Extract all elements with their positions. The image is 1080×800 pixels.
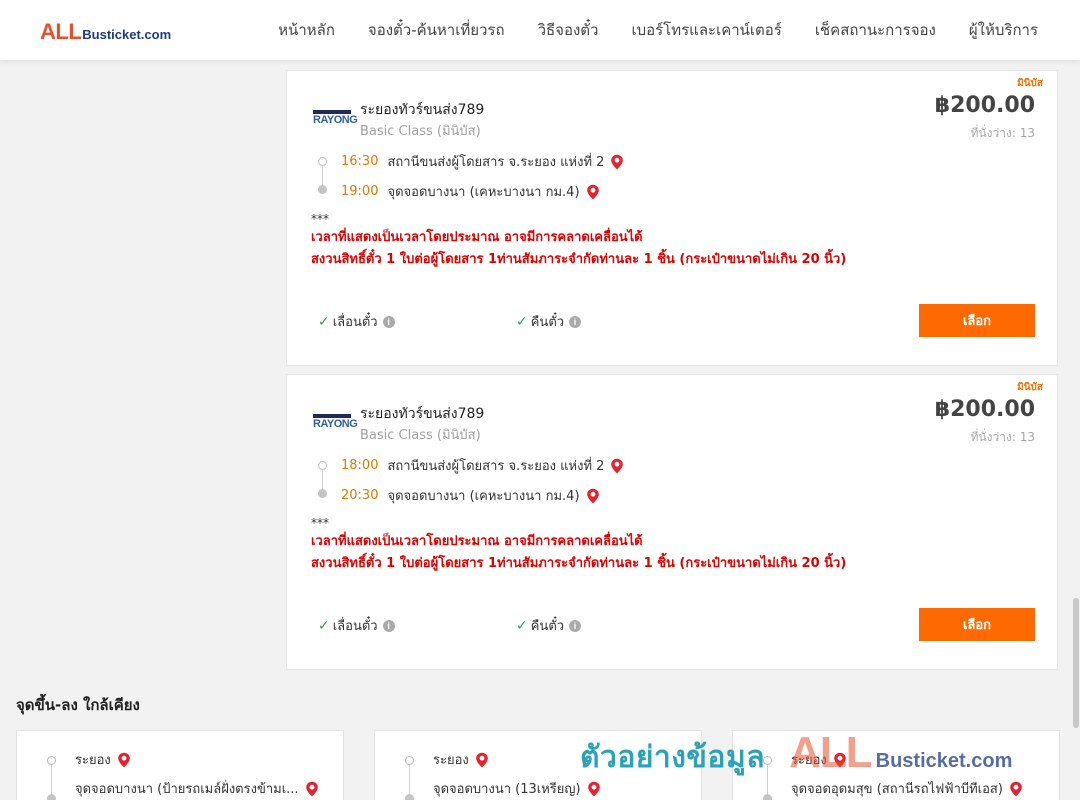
- nearby-destination: จุดจอดบางนา (13เหรียญ): [433, 778, 601, 799]
- arrival-stop: 20:30 จุดจอดบางนา (เคหะบางนา กม.4): [341, 485, 600, 506]
- origin-dot: [763, 756, 772, 765]
- destination-dot: [763, 794, 772, 800]
- nearby-route-card[interactable]: ระยอง จุดจอดอุดมสุข (สถานีรถไฟฟ้าบีทีเอส…: [732, 730, 1060, 800]
- feature-reschedule-label: เลื่อนตั๋ว: [332, 619, 378, 634]
- nearby-stops-title: จุดขึ้น-ลง ใกล้เคียง: [16, 696, 140, 714]
- map-pin-icon[interactable]: [833, 752, 847, 768]
- info-icon[interactable]: i: [569, 619, 582, 632]
- arrive-time: 19:00: [341, 184, 379, 199]
- nav-home[interactable]: หน้าหลัก: [278, 18, 335, 42]
- note-stars: ***: [311, 212, 329, 226]
- site-logo[interactable]: ALL Busticket.com: [40, 19, 172, 44]
- feature-reschedule-label: เลื่อนตั๋ว: [332, 315, 378, 330]
- bus-class: Basic Class (มินิบัส): [360, 428, 481, 443]
- trip-notes: *** เวลาที่แสดงเป็นเวลาโดยประมาณ อาจมีกา…: [311, 515, 846, 575]
- info-icon[interactable]: i: [382, 315, 395, 328]
- route-line: [767, 765, 768, 795]
- depart-time: 16:30: [341, 154, 379, 169]
- trip-notes: *** เวลาที่แสดงเป็นเวลาโดยประมาณ อาจมีกา…: [311, 211, 846, 271]
- feature-refund-label: คืนตั๋ว: [530, 315, 565, 330]
- map-pin-icon[interactable]: [586, 488, 600, 504]
- seats-available: ที่นั่งว่าง: 13: [970, 430, 1035, 444]
- note-stars: ***: [311, 516, 329, 530]
- feature-refund: ✓ คืนตั๋ว i: [516, 615, 582, 636]
- depart-dot: [318, 461, 327, 470]
- nearby-origin: ระยอง: [75, 749, 131, 770]
- trip-card: มินิบัส RAYONG ระยองทัวร์ขนส่ง789 Basic …: [286, 374, 1058, 670]
- depart-time: 18:00: [341, 458, 379, 473]
- nav-contact-counters[interactable]: เบอร์โทรและเคาน์เตอร์: [631, 18, 781, 42]
- map-pin-icon[interactable]: [475, 752, 489, 768]
- check-icon: ✓: [516, 617, 528, 634]
- operator-name: ระยองทัวร์ขนส่ง789: [360, 406, 485, 422]
- note-luggage-policy: สงวนสิทธิ์ตั๋ว 1 ใบต่อผู้โดยสาร 1ท่านสัม…: [311, 556, 847, 571]
- trip-card: มินิบัส RAYONG ระยองทัวร์ขนส่ง789 Basic …: [286, 70, 1058, 366]
- departure-stop: 16:30 สถานีขนส่งผู้โดยสาร จ.ระยอง แห่งที…: [341, 151, 624, 172]
- arrive-dot: [318, 489, 327, 498]
- map-pin-icon[interactable]: [117, 752, 131, 768]
- origin-dot: [47, 756, 56, 765]
- nav-how-to-book[interactable]: วิธีจองตั๋ว: [538, 18, 599, 42]
- select-trip-button[interactable]: เลือก: [919, 608, 1035, 641]
- route-line: [409, 765, 410, 795]
- feature-reschedule: ✓ เลื่อนตั๋ว i: [318, 615, 395, 636]
- note-time-warning: เวลาที่แสดงเป็นเวลาโดยประมาณ อาจมีการคลา…: [311, 534, 643, 549]
- map-pin-icon[interactable]: [305, 781, 319, 797]
- site-header: ALL Busticket.com หน้าหลัก จองตั๋ว-ค้นหา…: [0, 0, 1080, 60]
- vehicle-type-badge: มินิบัส: [1017, 382, 1043, 393]
- nearby-route-card[interactable]: ระยอง จุดจอดบางนา (13เหรียญ): [374, 730, 702, 800]
- vehicle-type-badge: มินิบัส: [1017, 78, 1043, 89]
- depart-dot: [318, 157, 327, 166]
- departure-stop: 18:00 สถานีขนส่งผู้โดยสาร จ.ระยอง แห่งที…: [341, 455, 624, 476]
- nearby-origin: ระยอง: [791, 749, 847, 770]
- route-line: [51, 765, 52, 795]
- depart-station: สถานีขนส่งผู้โดยสาร จ.ระยอง แห่งที่ 2: [387, 459, 605, 474]
- info-icon[interactable]: i: [569, 315, 582, 328]
- arrive-station: จุดจอดบางนา (เคหะบางนา กม.4): [387, 489, 580, 504]
- seats-available: ที่นั่งว่าง: 13: [970, 126, 1035, 140]
- arrive-dot: [318, 185, 327, 194]
- main-nav: หน้าหลัก จองตั๋ว-ค้นหาเที่ยวรถ วิธีจองตั…: [278, 0, 1038, 60]
- nav-check-booking[interactable]: เช็คสถานะการจอง: [815, 18, 936, 42]
- depart-station: สถานีขนส่งผู้โดยสาร จ.ระยอง แห่งที่ 2: [387, 155, 605, 170]
- feature-reschedule: ✓ เลื่อนตั๋ว i: [318, 311, 395, 332]
- operator-name: ระยองทัวร์ขนส่ง789: [360, 102, 485, 118]
- bus-class: Basic Class (มินิบัส): [360, 124, 481, 139]
- ticket-price: ฿200.00: [934, 93, 1035, 118]
- nearby-destination: จุดจอดอุดมสุข (สถานีรถไฟฟ้าบีทีเอส): [791, 778, 1023, 799]
- arrival-stop: 19:00 จุดจอดบางนา (เคหะบางนา กม.4): [341, 181, 600, 202]
- map-pin-icon[interactable]: [1009, 781, 1023, 797]
- logo-busticket: Busticket.com: [82, 27, 172, 42]
- map-pin-icon[interactable]: [610, 154, 624, 170]
- destination-dot: [405, 794, 414, 800]
- arrive-time: 20:30: [341, 488, 379, 503]
- info-icon[interactable]: i: [382, 619, 395, 632]
- map-pin-icon[interactable]: [610, 458, 624, 474]
- operator-logo: RAYONG: [313, 109, 358, 129]
- operator-logo: RAYONG: [313, 413, 358, 433]
- origin-dot: [405, 756, 414, 765]
- nearby-origin: ระยอง: [433, 749, 489, 770]
- check-icon: ✓: [318, 313, 330, 330]
- nearby-destination: จุดจอดบางนา (ป้ายรถเมล์ฝั่งตรงข้ามเ...: [75, 778, 319, 799]
- destination-dot: [47, 794, 56, 800]
- nav-book-search[interactable]: จองตั๋ว-ค้นหาเที่ยวรถ: [368, 18, 505, 42]
- note-time-warning: เวลาที่แสดงเป็นเวลาโดยประมาณ อาจมีการคลา…: [311, 230, 643, 245]
- map-pin-icon[interactable]: [587, 781, 601, 797]
- nearby-route-card[interactable]: ระยอง จุดจอดบางนา (ป้ายรถเมล์ฝั่งตรงข้าม…: [16, 730, 344, 800]
- scrollbar-thumb[interactable]: [1073, 598, 1079, 728]
- feature-refund-label: คืนตั๋ว: [530, 619, 565, 634]
- check-icon: ✓: [516, 313, 528, 330]
- select-trip-button[interactable]: เลือก: [919, 304, 1035, 337]
- ticket-price: ฿200.00: [934, 397, 1035, 422]
- arrive-station: จุดจอดบางนา (เคหะบางนา กม.4): [387, 185, 580, 200]
- logo-all: ALL: [40, 19, 82, 44]
- feature-refund: ✓ คืนตั๋ว i: [516, 311, 582, 332]
- check-icon: ✓: [318, 617, 330, 634]
- map-pin-icon[interactable]: [586, 184, 600, 200]
- nav-operators[interactable]: ผู้ให้บริการ: [969, 18, 1038, 42]
- note-luggage-policy: สงวนสิทธิ์ตั๋ว 1 ใบต่อผู้โดยสาร 1ท่านสัม…: [311, 252, 847, 267]
